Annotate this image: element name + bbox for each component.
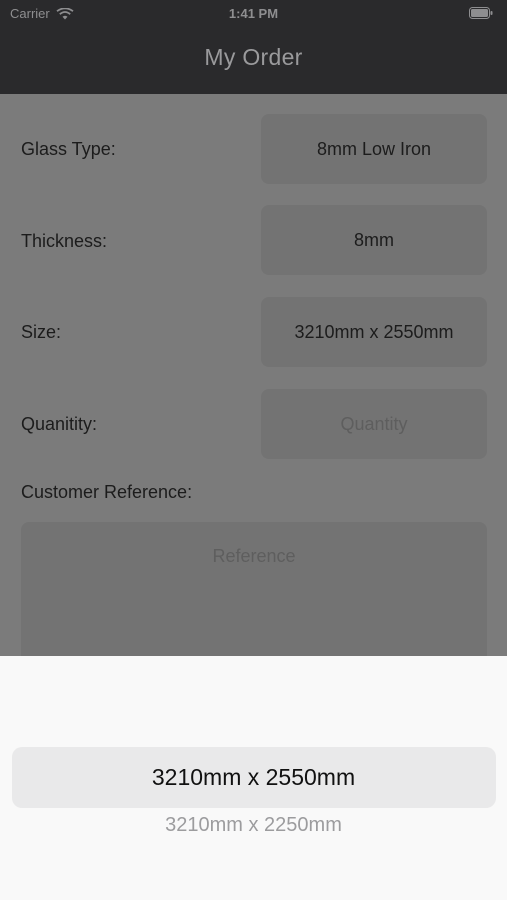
battery-icon bbox=[469, 7, 493, 19]
thickness-label: Thickness: bbox=[21, 231, 108, 251]
size-field[interactable]: 3210mm x 2550mm bbox=[261, 297, 487, 367]
picker-option[interactable]: 3210mm x 2250mm bbox=[0, 814, 507, 837]
reference-field[interactable]: Reference bbox=[21, 522, 487, 672]
size-label: Size: bbox=[21, 322, 62, 342]
nav-title: My Order bbox=[204, 44, 303, 70]
picker-selected-option[interactable]: 3210mm x 2550mm bbox=[0, 747, 507, 808]
quantity-label: Quanitity: bbox=[21, 414, 98, 434]
header: Carrier 1:41 PM My Order bbox=[0, 0, 507, 94]
status-bar: Carrier 1:41 PM bbox=[0, 0, 507, 28]
quantity-field[interactable]: Quantity bbox=[261, 389, 487, 459]
glass-type-field[interactable]: 8mm Low Iron bbox=[261, 114, 487, 184]
order-form: Glass Type: 8mm Low Iron Thickness: 8mm … bbox=[0, 94, 507, 672]
thickness-field[interactable]: 8mm bbox=[261, 205, 487, 275]
status-time: 1:41 PM bbox=[228, 6, 279, 21]
glass-type-label: Glass Type: bbox=[21, 139, 116, 159]
customer-reference-label: Customer Reference: bbox=[21, 482, 193, 502]
size-picker[interactable]: 3210mm x 2550mm 3210mm x 2250mm bbox=[0, 656, 507, 900]
